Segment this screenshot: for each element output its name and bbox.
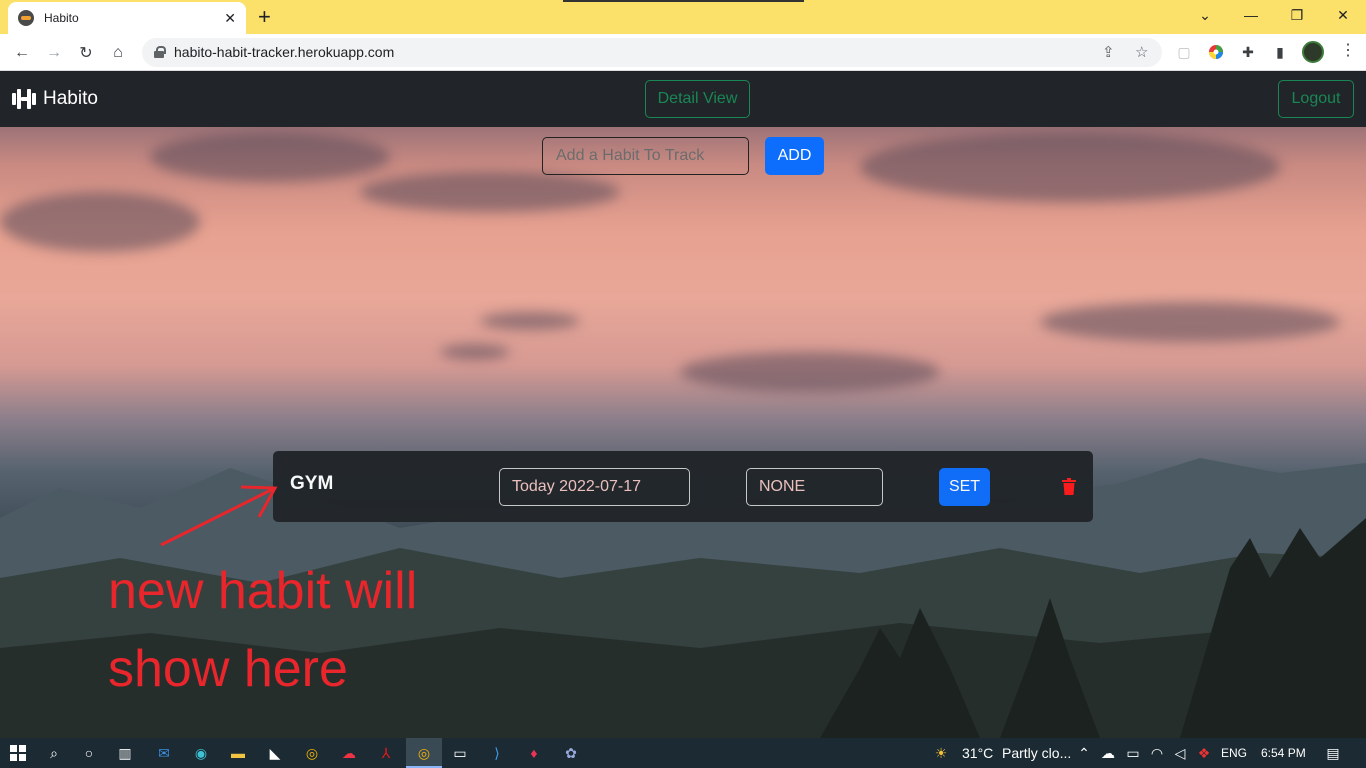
color-picker-extension-icon[interactable] xyxy=(1207,43,1225,61)
set-status-button[interactable]: SET xyxy=(939,468,990,506)
mail-icon[interactable]: ✉ xyxy=(155,744,173,762)
git-icon[interactable]: ♦ xyxy=(525,744,543,762)
address-bar[interactable]: habito-habit-tracker.herokuapp.com ⇪ ☆ xyxy=(142,38,1162,67)
logout-button[interactable]: Logout xyxy=(1278,80,1354,118)
chrome-icon[interactable]: ◎ xyxy=(303,744,321,762)
extension-icon[interactable]: ▢ xyxy=(1175,43,1193,61)
habit-name: GYM xyxy=(290,473,334,494)
chevron-up-icon[interactable]: ⌃ xyxy=(1075,744,1093,762)
dumbbell-icon xyxy=(12,89,36,109)
add-habit-input[interactable]: Add a Habit To Track xyxy=(542,137,749,175)
reload-icon[interactable]: ↻ xyxy=(74,41,98,65)
onedrive-icon[interactable]: ☁ xyxy=(1099,744,1117,762)
browser-menu-icon[interactable]: ⋮ xyxy=(1340,40,1356,60)
browser-toolbar: ← → ↻ ⌂ habito-habit-tracker.herokuapp.c… xyxy=(0,34,1366,71)
paint-icon[interactable]: ☁ xyxy=(340,744,358,762)
app-icon[interactable]: ✿ xyxy=(562,744,580,762)
clock-time[interactable]: 6:54 PM xyxy=(1261,746,1306,760)
close-tab-icon[interactable]: ✕ xyxy=(224,10,236,27)
habit-date-select[interactable]: Today 2022-07-17 xyxy=(499,468,690,506)
close-window-button[interactable]: ✕ xyxy=(1320,0,1366,30)
app-navbar: Habito Detail View Logout xyxy=(0,72,1366,127)
tab-search-icon[interactable]: ⌄ xyxy=(1182,0,1228,30)
add-habit-button[interactable]: ADD xyxy=(765,137,824,175)
habit-status-select[interactable]: NONE xyxy=(746,468,883,506)
windows-taskbar: ⌕ ○ ▥ ✉ ◉ ▬ ◣ ◎ ☁ ⅄ ◎ ▭ ⟩ ♦ ✿ ☀ 31°C Par… xyxy=(0,738,1366,768)
dropbox-icon[interactable]: ❖ xyxy=(1195,744,1213,762)
page-content: Habito Detail View Logout Add a Habit To… xyxy=(0,72,1366,738)
new-tab-button[interactable]: + xyxy=(258,4,271,30)
weather-temperature[interactable]: 31°C xyxy=(962,745,993,761)
bookmark-star-icon[interactable]: ☆ xyxy=(1135,43,1148,61)
puzzle-extensions-icon[interactable]: ✚ xyxy=(1239,43,1257,61)
chrome-active-icon[interactable]: ◎ xyxy=(415,744,433,762)
weather-description[interactable]: Partly clo... xyxy=(1002,745,1071,761)
language-indicator[interactable]: ENG xyxy=(1221,746,1247,760)
edge-icon[interactable]: ◉ xyxy=(192,744,210,762)
share-icon[interactable]: ⇪ xyxy=(1102,43,1115,61)
habito-favicon-icon xyxy=(18,10,34,26)
tab-title: Habito xyxy=(44,11,79,25)
brand-link[interactable]: Habito xyxy=(12,88,98,110)
detail-view-button[interactable]: Detail View xyxy=(645,80,750,118)
windows-start-icon[interactable] xyxy=(9,744,27,762)
browser-tab[interactable]: Habito ✕ xyxy=(8,2,246,34)
browser-tab-strip: Habito ✕ + ⌄ — ❐ ✕ xyxy=(0,0,1366,34)
search-icon[interactable]: ⌕ xyxy=(45,744,63,762)
weather-icon[interactable]: ☀ xyxy=(932,744,950,762)
volume-icon[interactable]: ◁ xyxy=(1171,744,1189,762)
notifications-icon[interactable]: ▤ xyxy=(1324,744,1342,762)
wifi-icon[interactable]: ◠ xyxy=(1148,744,1166,762)
restore-button[interactable]: ❐ xyxy=(1274,0,1320,30)
minimize-button[interactable]: — xyxy=(1228,0,1274,30)
lock-icon[interactable] xyxy=(154,46,166,58)
habit-card: GYM Today 2022-07-17 NONE SET xyxy=(273,451,1093,522)
terminal-icon[interactable]: ▭ xyxy=(451,744,469,762)
feedback-icon[interactable]: ◣ xyxy=(266,744,284,762)
profile-avatar[interactable] xyxy=(1302,41,1324,63)
task-view-icon[interactable]: ▥ xyxy=(116,744,134,762)
side-panel-icon[interactable]: ▮ xyxy=(1271,43,1289,61)
battery-icon[interactable]: ▭ xyxy=(1124,744,1142,762)
forward-arrow-icon[interactable]: → xyxy=(42,41,66,65)
url-text[interactable]: habito-habit-tracker.herokuapp.com xyxy=(174,44,394,60)
tab-strip-divider xyxy=(563,0,804,2)
window-controls: ⌄ — ❐ ✕ xyxy=(1182,0,1366,34)
cortana-icon[interactable]: ○ xyxy=(80,744,98,762)
home-icon[interactable]: ⌂ xyxy=(106,41,130,65)
file-explorer-icon[interactable]: ▬ xyxy=(229,744,247,762)
vscode-icon[interactable]: ⟩ xyxy=(488,744,506,762)
trash-icon[interactable] xyxy=(1062,478,1076,495)
annotation-arrow xyxy=(160,485,278,547)
brand-name: Habito xyxy=(43,88,98,109)
back-arrow-icon[interactable]: ← xyxy=(10,41,34,65)
annotation-text: new habit will show here xyxy=(108,562,418,698)
acrobat-icon[interactable]: ⅄ xyxy=(377,744,395,762)
